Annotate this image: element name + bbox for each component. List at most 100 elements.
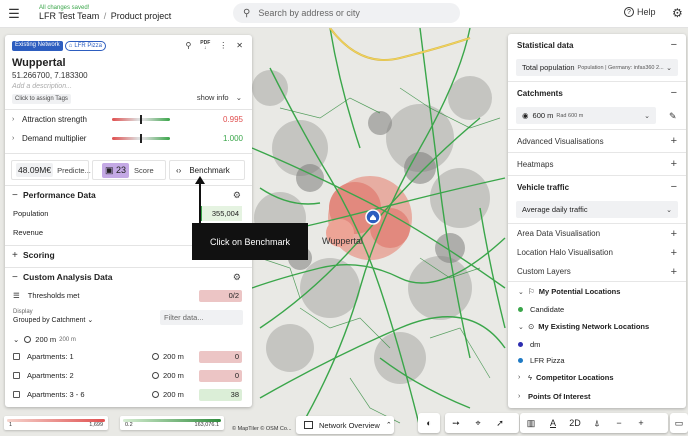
expand-icon[interactable]: + [671, 228, 677, 240]
attraction-strength-row[interactable]: › Attraction strength 0.995 [5, 110, 252, 129]
pin-edit-icon[interactable]: ⚲ [185, 41, 191, 50]
settings-gear-icon[interactable]: ⚙ [672, 6, 683, 20]
group-distance: 200 m [24, 335, 56, 344]
poi-row[interactable]: › Points Of Interest [508, 387, 686, 406]
heatmaps-row[interactable]: Heatmaps + [508, 153, 686, 175]
close-icon[interactable]: ✕ [236, 41, 243, 50]
poi-title: Points Of Interest [528, 392, 591, 401]
custom-layers-row[interactable]: Custom Layers + [508, 262, 686, 281]
slider-label: Attraction strength [22, 115, 87, 124]
search-bar[interactable]: ⚲ [233, 3, 460, 23]
chevron-right-icon[interactable]: › [12, 116, 22, 123]
text-color-icon[interactable]: A [542, 413, 564, 433]
menu-icon[interactable]: ☰ [0, 0, 28, 28]
competitor-locations-row[interactable]: › ϟ Competitor Locations [508, 368, 686, 387]
score-card[interactable]: ▣ 23 Score [92, 160, 166, 180]
assign-tags-button[interactable]: Click to assign Tags [12, 94, 71, 104]
attraction-slider-thumb[interactable] [140, 115, 142, 124]
breadcrumb: LFR Test Team / Product project [39, 11, 172, 22]
chevron-down-icon[interactable]: ⌄ [13, 335, 19, 344]
brand-chip[interactable]: ⌂ LFR Pizza [64, 41, 106, 51]
list-item[interactable]: Candidate [508, 301, 686, 317]
chevron-right-icon[interactable]: › [518, 393, 528, 400]
advanced-visualisations-row[interactable]: Advanced Visualisations + [508, 130, 686, 152]
pdf-download-icon[interactable]: PDF ↓ [200, 40, 211, 51]
catchment-sub: Rad 600 m [556, 112, 584, 119]
view-2d-button[interactable]: 2D [564, 413, 586, 433]
help-label: Help [637, 7, 656, 17]
location-coords: 51.266700, 7.183300 [12, 71, 88, 80]
search-input[interactable] [258, 8, 449, 18]
route-arrow-icon[interactable]: ➙ [445, 413, 467, 433]
radius-icon [152, 391, 159, 398]
screen-icon[interactable]: ▭ [670, 413, 688, 433]
location-halo-row[interactable]: Location Halo Visualisation + [508, 243, 686, 262]
collapse-icon[interactable]: − [12, 272, 23, 283]
catchment-select[interactable]: ◉ 600 m Rad 600 m ⌄ [516, 107, 656, 124]
breadcrumb-project[interactable]: Product project [111, 11, 172, 21]
custom-settings-gear-icon[interactable]: ⚙ [233, 272, 241, 283]
help-button[interactable]: ? Help [624, 7, 656, 17]
focus-icon[interactable]: ⌖ [467, 413, 489, 433]
catchments-header[interactable]: Catchments − [508, 82, 686, 104]
custom-analysis-header[interactable]: − Custom Analysis Data ⚙ [5, 267, 252, 286]
list-item-label: Candidate [530, 304, 565, 314]
map-style-icon[interactable]: ▥ [520, 413, 542, 433]
pdf-label: PDF [200, 40, 211, 46]
collapse-icon[interactable]: − [12, 190, 23, 201]
collapse-icon[interactable]: − [671, 39, 677, 51]
list-item[interactable]: LFR Pizza [508, 352, 686, 368]
chevron-down-icon[interactable]: ⌄ [518, 288, 528, 296]
chevron-right-icon[interactable]: › [518, 374, 528, 381]
legend-traffic: 0.2 163,076.1 [120, 416, 224, 430]
display-value: Grouped by Catchment [13, 317, 86, 324]
expand-icon[interactable]: + [12, 250, 23, 261]
network-overview-button[interactable]: Network Overview ⌃ [296, 416, 394, 434]
zoom-out-icon[interactable]: − [608, 413, 630, 433]
apartment-icon [13, 353, 20, 360]
collapse-icon[interactable]: − [671, 87, 677, 99]
thresholds-icon: ☰ [13, 291, 20, 300]
demand-slider-thumb[interactable] [140, 134, 142, 143]
list-item-label: LFR Pizza [530, 355, 565, 365]
network-chip[interactable]: Existing Network [12, 41, 63, 51]
compass-icon[interactable]: ⍋ [586, 413, 608, 433]
potential-locations-row[interactable]: ⌄ ⚐ My Potential Locations [508, 282, 686, 301]
vehicle-traffic-header[interactable]: Vehicle traffic − [508, 176, 686, 198]
collapse-icon[interactable]: − [671, 181, 677, 193]
filter-input[interactable] [160, 310, 243, 325]
statistical-data-header[interactable]: Statistical data − [508, 34, 686, 56]
edit-pencil-icon[interactable]: ✎ [669, 111, 677, 122]
benchmark-button[interactable]: ‹› Benchmark [169, 160, 245, 180]
population-layer-select[interactable]: Total population Population | Germany: i… [516, 59, 678, 76]
demand-multiplier-row[interactable]: › Demand multiplier 1.000 [5, 129, 252, 148]
select-pointer-icon[interactable]: ➚ [489, 413, 511, 433]
description-field[interactable]: Add a description... [12, 83, 245, 90]
expand-icon[interactable]: + [671, 135, 677, 147]
catchment-group-row[interactable]: ⌄ 200 m 200 m [5, 332, 252, 347]
expand-icon[interactable]: + [671, 158, 677, 170]
predicted-revenue-card[interactable]: 48.09M€ Predicte... [11, 160, 91, 180]
list-item[interactable]: dm [508, 336, 686, 352]
expand-icon[interactable]: + [671, 247, 677, 259]
performance-section-header[interactable]: − Performance Data ⚙ [5, 185, 252, 204]
show-info-toggle[interactable]: show info ⌄ [197, 93, 242, 102]
existing-title: My Existing Network Locations [538, 322, 650, 331]
breadcrumb-team[interactable]: LFR Test Team [39, 11, 99, 21]
potential-title: My Potential Locations [538, 287, 621, 296]
zoom-in-icon[interactable]: + [630, 413, 652, 433]
vehicle-select[interactable]: Average daily traffic ⌄ [516, 201, 678, 218]
score-value: 23 [116, 164, 127, 175]
contrast-icon[interactable]: ◐ [418, 413, 440, 433]
apartment-icon [13, 372, 20, 379]
map-attribution[interactable]: © MapTiler © OSM Co... [232, 426, 292, 432]
existing-locations-row[interactable]: ⌄ ⊙ My Existing Network Locations [508, 317, 686, 336]
score-badge: ▣ 23 [102, 162, 130, 178]
area-data-row[interactable]: Area Data Visualisation + [508, 224, 686, 243]
performance-settings-gear-icon[interactable]: ⚙ [233, 190, 241, 201]
benchmark-icon: ‹› [176, 165, 182, 175]
chevron-down-icon[interactable]: ⌄ [518, 323, 528, 331]
more-options-icon[interactable]: ⋮ [219, 41, 227, 50]
chevron-right-icon[interactable]: › [12, 135, 22, 142]
expand-icon[interactable]: + [671, 266, 677, 278]
